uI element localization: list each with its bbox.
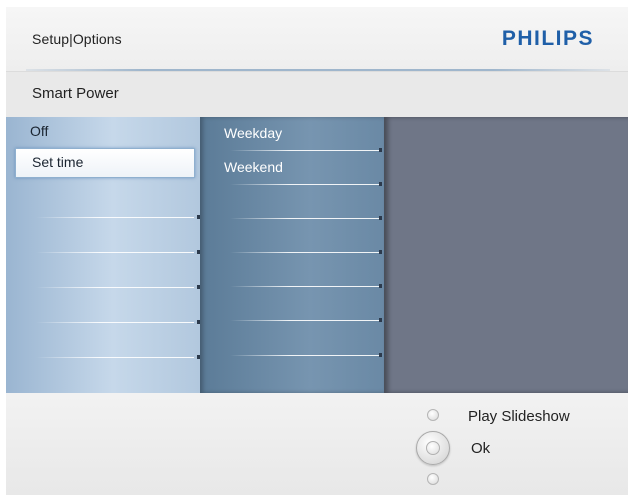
menu-item-set-time[interactable]: Set time [15, 148, 195, 178]
header: Setup|Options PHILIPS [6, 7, 628, 71]
preview-panel [384, 117, 628, 393]
up-button-icon [427, 409, 439, 421]
down-button-icon [427, 473, 439, 485]
menu-divider [36, 357, 194, 358]
menu-tick [379, 353, 382, 357]
menu-area: Off Set time Weekday Weekend [6, 117, 628, 393]
menu-divider [230, 184, 380, 185]
menu-item-weekday[interactable]: Weekday [200, 119, 384, 149]
page-title: Setup|Options [32, 31, 122, 47]
menu-item-label: Set time [32, 154, 84, 170]
brand-logo: PHILIPS [501, 27, 594, 50]
menu-item-weekend[interactable]: Weekend [200, 153, 384, 183]
menu-tick [379, 216, 382, 220]
menu-item-label: Weekday [224, 125, 283, 141]
menu-tick [379, 148, 382, 152]
menu-divider [230, 218, 380, 219]
menu-tick [379, 284, 382, 288]
ok-button-icon [416, 431, 450, 465]
breadcrumb: Smart Power [6, 71, 628, 118]
menu-tick [379, 318, 382, 322]
breadcrumb-label: Smart Power [32, 85, 119, 102]
menu-item-label: Off [30, 123, 49, 139]
menu-divider [230, 150, 380, 151]
menu-item-label: Weekend [224, 159, 283, 175]
menu-divider [230, 252, 380, 253]
photo-frame-screen: Setup|Options PHILIPS Smart Power Off Se… [0, 0, 634, 501]
menu-item-off[interactable]: Off [14, 117, 196, 147]
menu-divider [36, 287, 194, 288]
menu-divider [230, 286, 380, 287]
menu-divider [230, 320, 380, 321]
menu-tick [379, 250, 382, 254]
hint-play-slideshow: Play Slideshow [468, 408, 570, 425]
menu-tick [379, 182, 382, 186]
menu-divider [36, 322, 194, 323]
button-hints: Play Slideshow Ok [6, 393, 628, 495]
menu-divider [36, 217, 194, 218]
hint-ok: Ok [471, 440, 491, 457]
menu-level2: Weekday Weekend [200, 117, 384, 393]
menu-divider [36, 252, 194, 253]
menu-divider [230, 355, 380, 356]
menu-level1: Off Set time [6, 117, 200, 393]
